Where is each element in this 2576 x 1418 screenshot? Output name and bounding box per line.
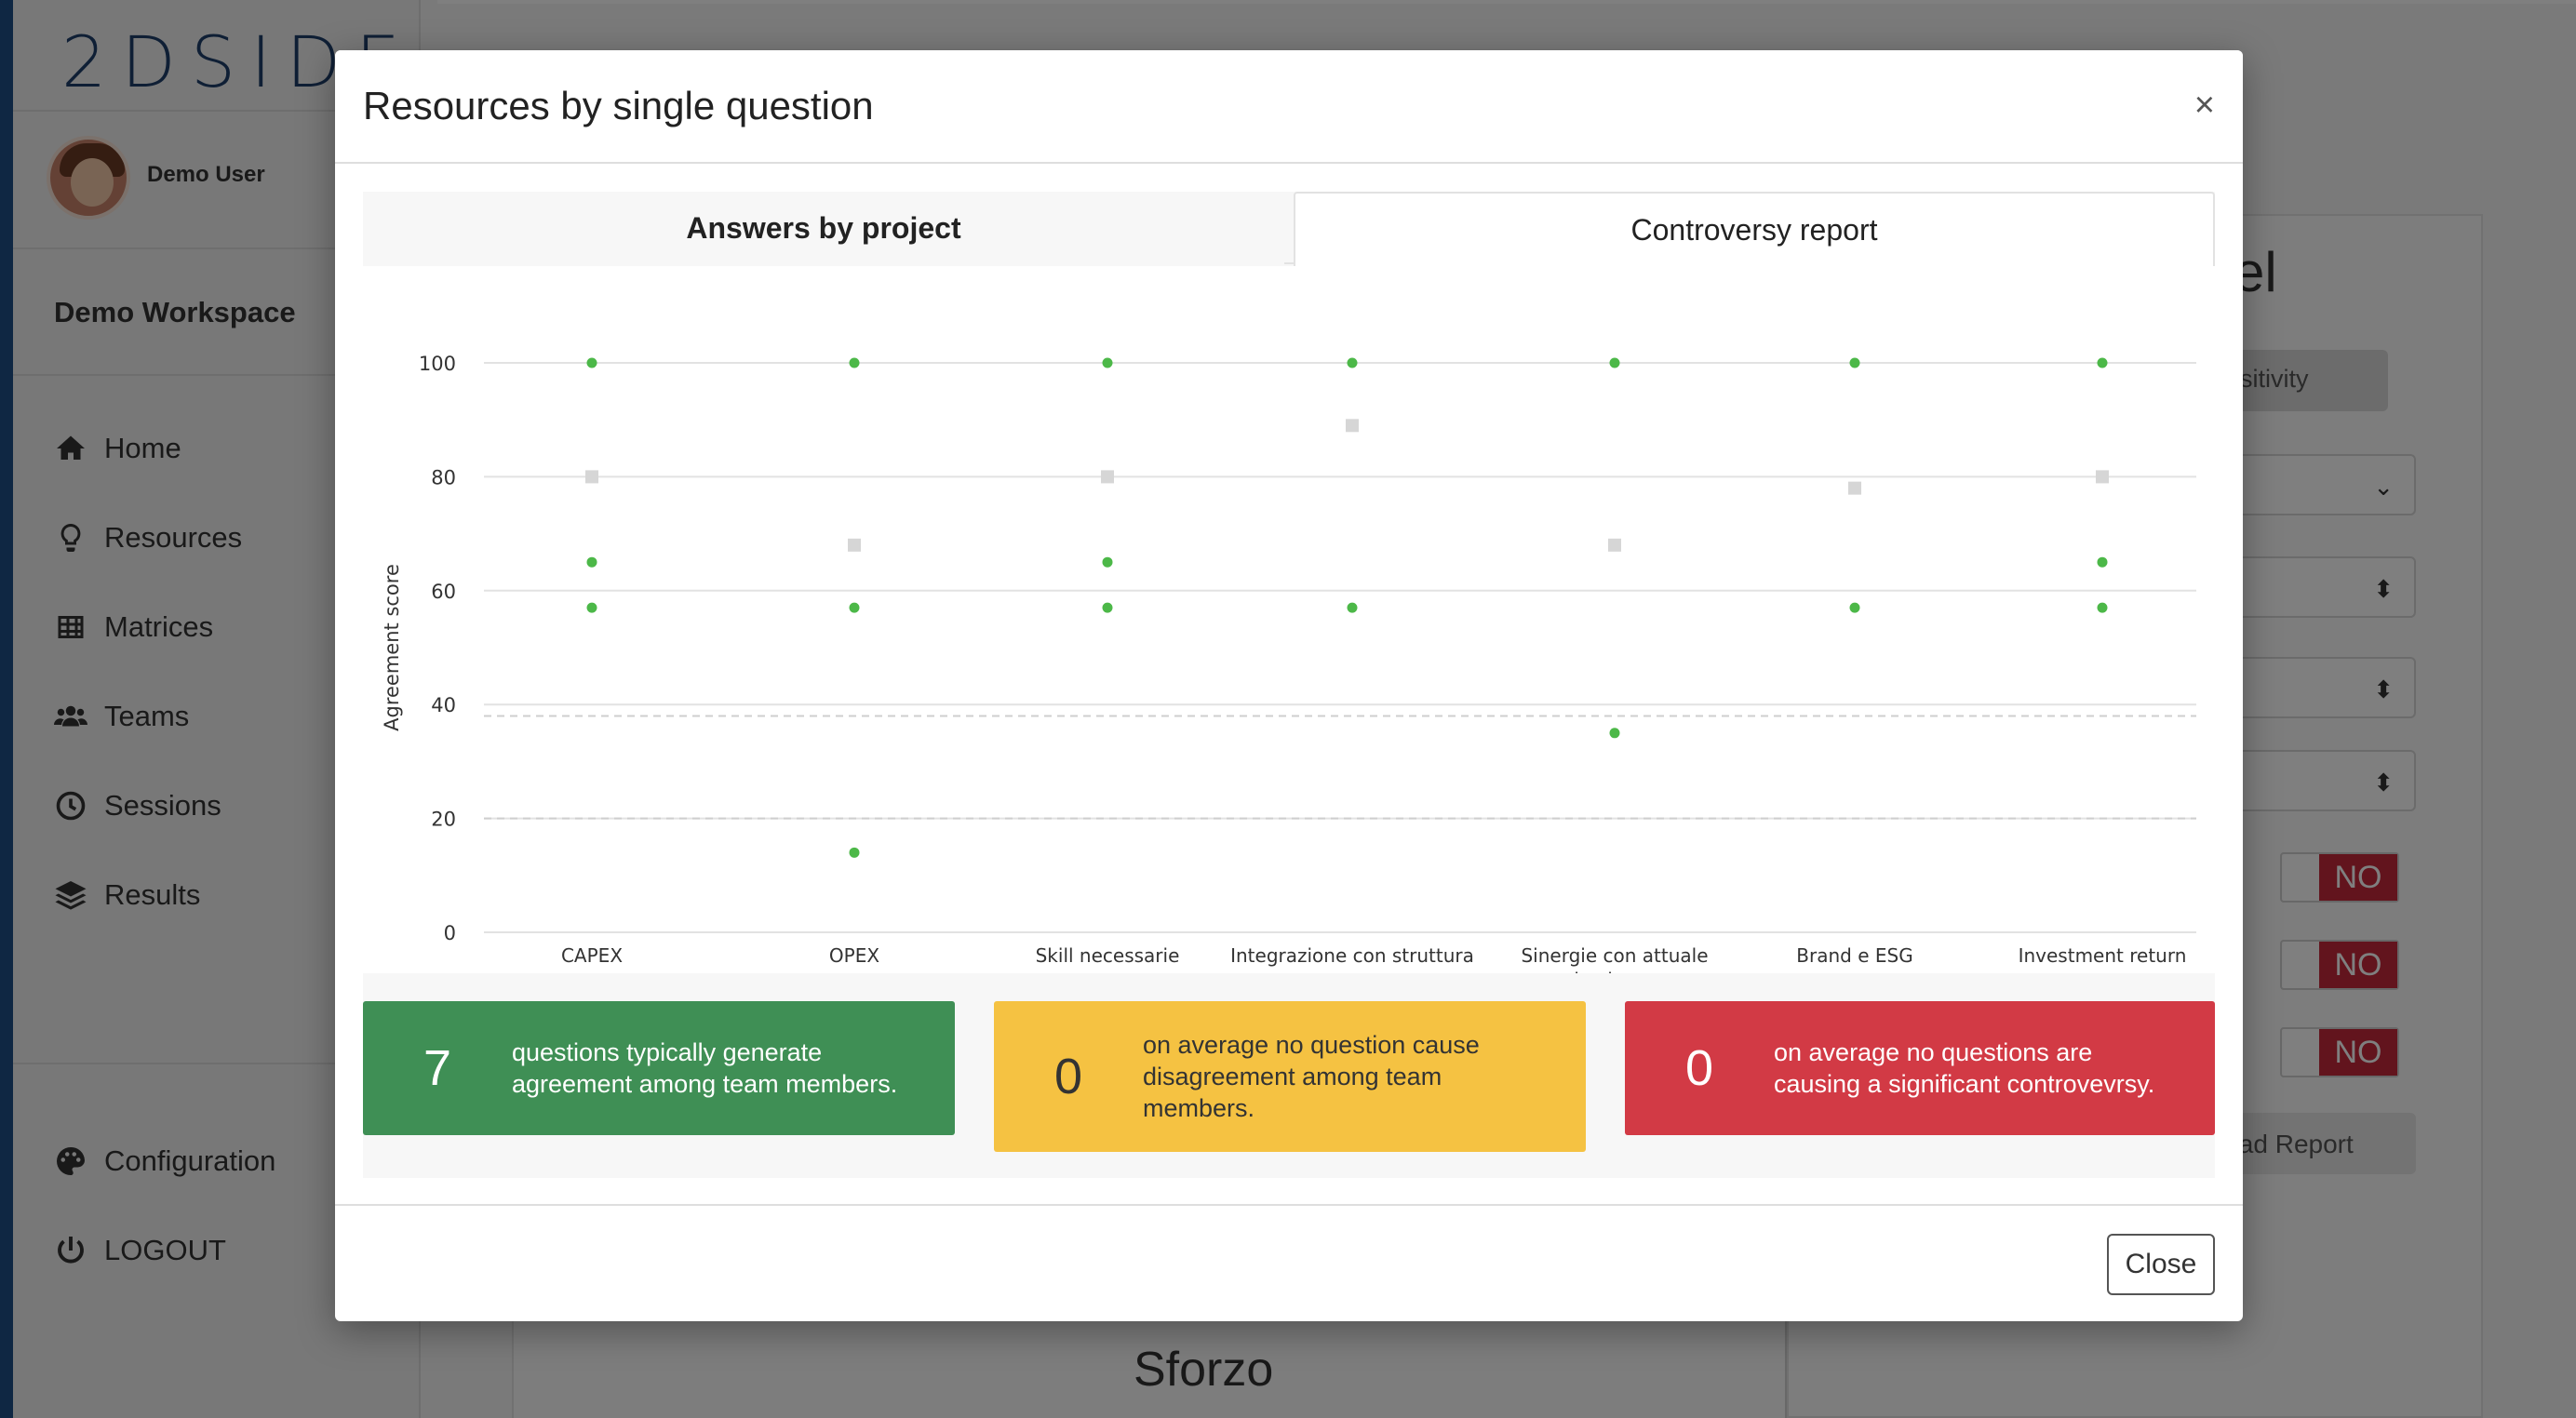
y-axis-label: Agreement score [381, 564, 403, 731]
green-dot-point [1102, 602, 1113, 613]
green-dot-point [1347, 602, 1358, 613]
grey-square-point [585, 470, 598, 484]
y-tick-label: 40 [431, 694, 456, 716]
modal-title: Resources by single question [363, 84, 874, 127]
y-tick-label: 0 [444, 922, 456, 944]
modal-body: Answers by project Controversy report 0 2… [363, 192, 2215, 1178]
x-tick-label: Brand e ESG [1796, 944, 1912, 967]
close-button[interactable]: Close [2107, 1234, 2215, 1295]
green-dot-point [2097, 602, 2108, 613]
x-tick-label: Integrazione con struttura [1230, 944, 1474, 967]
x-tick-label: Investment return [2019, 944, 2187, 967]
modal-header: Resources by single question × [335, 50, 2243, 164]
grey-square-point [2096, 470, 2109, 484]
green-dot-point [1102, 357, 1113, 368]
disagreement-summary-card: 0 on average no question cause disagreem… [994, 1001, 1586, 1152]
green-dot-point [1849, 602, 1860, 613]
chart-svg: 0 20 40 60 80 100 Agreement score CAPEX OPEX Skil… [381, 353, 2196, 973]
close-icon[interactable]: × [2194, 87, 2215, 123]
green-dot-point [1347, 357, 1358, 368]
grey-square-point [1101, 470, 1114, 484]
controversy-count: 0 [1684, 1040, 1714, 1096]
green-dot-point [849, 847, 860, 858]
green-dot-point [2097, 556, 2108, 568]
green-dot-point [1609, 357, 1620, 368]
x-tick-label: CAPEX [561, 944, 623, 967]
x-tick-label: Skill necessarie [1036, 944, 1180, 967]
y-tick-label: 80 [431, 466, 456, 488]
tab-answers-by-project[interactable]: Answers by project [363, 192, 1284, 264]
disagreement-text: on average no question cause disagreemen… [1143, 1031, 1480, 1122]
y-tick-label: 100 [419, 353, 456, 375]
x-tick-label: Sinergie con attualebusiness [1521, 944, 1708, 973]
green-dot-point [1102, 556, 1113, 568]
grey-square-point [848, 538, 861, 552]
agreement-summary-card: 7 questions typically generate agreement… [363, 1001, 955, 1135]
tab-bar: Answers by project Controversy report [363, 192, 2215, 266]
green-dot-point [2097, 357, 2108, 368]
controversy-chart: 0 20 40 60 80 100 Agreement score CAPEX OPEX Skil… [363, 266, 2215, 973]
y-tick-label: 60 [431, 581, 456, 603]
controversy-summary-card: 0 on average no questions are causing a … [1625, 1001, 2215, 1135]
green-dot-point [586, 556, 597, 568]
green-dot-point [586, 602, 597, 613]
agreement-text: questions typically generate agreement a… [512, 1038, 898, 1098]
controversy-text: on average no questions are causing a si… [1774, 1038, 2155, 1098]
modal-footer: Close [335, 1204, 2243, 1321]
x-tick-label: OPEX [829, 944, 879, 967]
y-tick-label: 20 [431, 809, 456, 831]
green-dot-point [1849, 357, 1860, 368]
agreement-count: 7 [423, 1040, 452, 1096]
grey-square-point [1608, 538, 1621, 552]
green-dot-point [586, 357, 597, 368]
grey-square-point [1346, 419, 1359, 433]
green-dot-point [849, 357, 860, 368]
disagreement-count: 0 [1053, 1049, 1083, 1104]
tab-controversy-report[interactable]: Controversy report [1294, 192, 2215, 266]
grey-square-point [1848, 481, 1861, 495]
green-dot-point [849, 602, 860, 613]
resources-modal: Resources by single question × Answers b… [335, 50, 2243, 1321]
green-dot-point [1609, 728, 1620, 739]
